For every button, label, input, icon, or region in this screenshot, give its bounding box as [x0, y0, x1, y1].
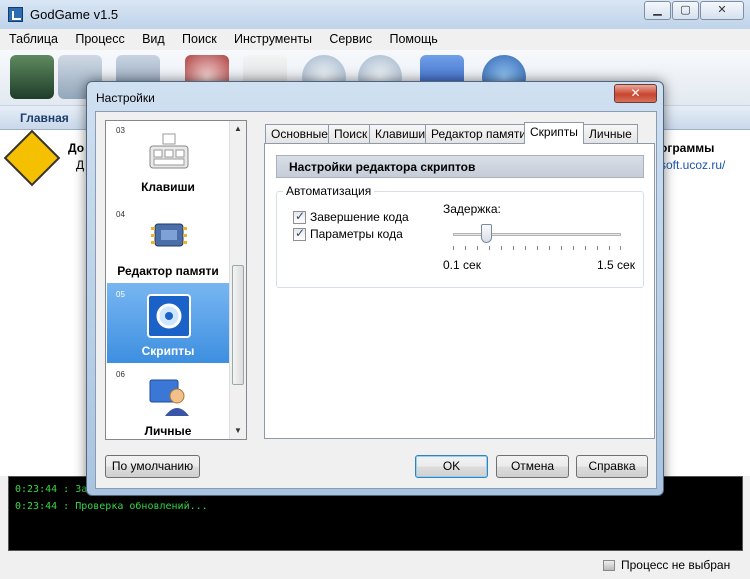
- keyboard-icon: [147, 130, 191, 174]
- scroll-down-arrow-icon[interactable]: ▼: [230, 423, 246, 439]
- window-title: GodGame v1.5: [30, 7, 119, 22]
- category-item-keys[interactable]: 03 Клавиши: [107, 121, 229, 199]
- category-number: 04: [116, 210, 125, 219]
- status-text: Процесс не выбран: [621, 558, 731, 572]
- tab-keys[interactable]: Клавиши: [369, 124, 432, 143]
- delay-slider-thumb[interactable]: [480, 224, 492, 243]
- tab-personal[interactable]: Личные: [583, 124, 638, 143]
- help-button[interactable]: Справка: [576, 455, 648, 478]
- dialog-body: 03 Клавиши 04 Редактор памяти 05 Скрипты: [95, 111, 657, 489]
- slider-ticks: [453, 246, 621, 250]
- automation-group: Автоматизация Завершение кода Параметры …: [276, 184, 644, 288]
- tab-memory-editor[interactable]: Редактор памяти: [425, 124, 533, 143]
- menu-view[interactable]: Вид: [133, 29, 170, 46]
- site-link[interactable]: soft.ucoz.ru/: [660, 158, 725, 172]
- category-item-scripts[interactable]: 05 Скрипты: [107, 283, 229, 363]
- category-number: 03: [116, 126, 125, 135]
- tab-search[interactable]: Поиск: [328, 124, 374, 143]
- app-icon: [8, 7, 23, 22]
- scroll-up-arrow-icon[interactable]: ▲: [230, 121, 246, 137]
- delay-max-label: 1.5 сек: [597, 258, 635, 272]
- category-label: Клавиши: [141, 180, 195, 194]
- defaults-button[interactable]: По умолчанию: [105, 455, 200, 478]
- settings-category-list: 03 Клавиши 04 Редактор памяти 05 Скрипты: [105, 120, 247, 440]
- settings-dialog: Настройки ✕ 03 Клавиши 04 Редактор памят…: [86, 81, 664, 496]
- scripts-tab-panel: Настройки редактора скриптов Автоматизац…: [264, 143, 655, 439]
- minimize-button[interactable]: ▁: [644, 1, 671, 20]
- status-indicator-icon: [603, 560, 615, 571]
- checkbox-label: Завершение кода: [310, 210, 409, 224]
- menu-process[interactable]: Процесс: [66, 29, 129, 46]
- checkbox-checked-icon[interactable]: [293, 226, 306, 241]
- code-params-checkbox[interactable]: Параметры кода: [293, 226, 403, 241]
- title-bar: GodGame v1.5 ▁ ▢ ✕: [0, 0, 750, 29]
- code-completion-checkbox[interactable]: Завершение кода: [293, 209, 409, 224]
- process-monitor-icon[interactable]: [10, 55, 54, 99]
- category-list-scrollbar[interactable]: ▲ ▼: [229, 121, 246, 439]
- delay-min-label: 0.1 сек: [443, 258, 481, 272]
- menu-table[interactable]: Таблица: [0, 29, 63, 46]
- info-title-right: ограммы: [660, 141, 715, 155]
- menu-search[interactable]: Поиск: [173, 29, 222, 46]
- delay-label: Задержка:: [443, 202, 501, 216]
- category-label: Личные: [144, 424, 192, 438]
- dialog-close-button[interactable]: ✕: [614, 84, 657, 103]
- user-settings-icon: [147, 374, 191, 418]
- cancel-button[interactable]: Отмена: [496, 455, 569, 478]
- group-legend: Автоматизация: [283, 184, 375, 198]
- status-bar: Процесс не выбран: [0, 553, 750, 579]
- tab-general[interactable]: Основные: [265, 124, 334, 143]
- menu-bar: Таблица Процесс Вид Поиск Инструменты Се…: [0, 29, 750, 50]
- scrollbar-thumb[interactable]: [232, 265, 244, 385]
- delay-slider-track[interactable]: [453, 233, 621, 236]
- close-button[interactable]: ✕: [700, 1, 744, 20]
- maximize-button[interactable]: ▢: [672, 1, 699, 20]
- tab-main[interactable]: Главная: [20, 111, 69, 125]
- checkbox-checked-icon[interactable]: [293, 209, 306, 224]
- tab-scripts[interactable]: Скрипты: [524, 122, 584, 144]
- info-text: Д: [76, 158, 85, 172]
- menu-tools[interactable]: Инструменты: [225, 29, 317, 46]
- dialog-title: Настройки: [96, 91, 155, 105]
- menu-service[interactable]: Сервис: [320, 29, 377, 46]
- info-title: До: [68, 141, 85, 155]
- ok-button[interactable]: OK: [415, 455, 488, 478]
- category-label: Скрипты: [141, 344, 195, 358]
- menu-help[interactable]: Помощь: [380, 29, 442, 46]
- category-label: Редактор памяти: [117, 264, 219, 278]
- log-line: 0:23:44 : Проверка обновлений...: [15, 501, 208, 512]
- memory-chip-icon: [147, 214, 191, 258]
- category-number: 05: [116, 290, 125, 299]
- category-number: 06: [116, 370, 125, 379]
- checkbox-label: Параметры кода: [310, 227, 403, 241]
- section-header: Настройки редактора скриптов: [276, 155, 644, 178]
- script-gear-icon: [147, 294, 191, 338]
- category-item-personal[interactable]: 06 Личные: [107, 363, 229, 439]
- category-item-memory-editor[interactable]: 04 Редактор памяти: [107, 203, 229, 283]
